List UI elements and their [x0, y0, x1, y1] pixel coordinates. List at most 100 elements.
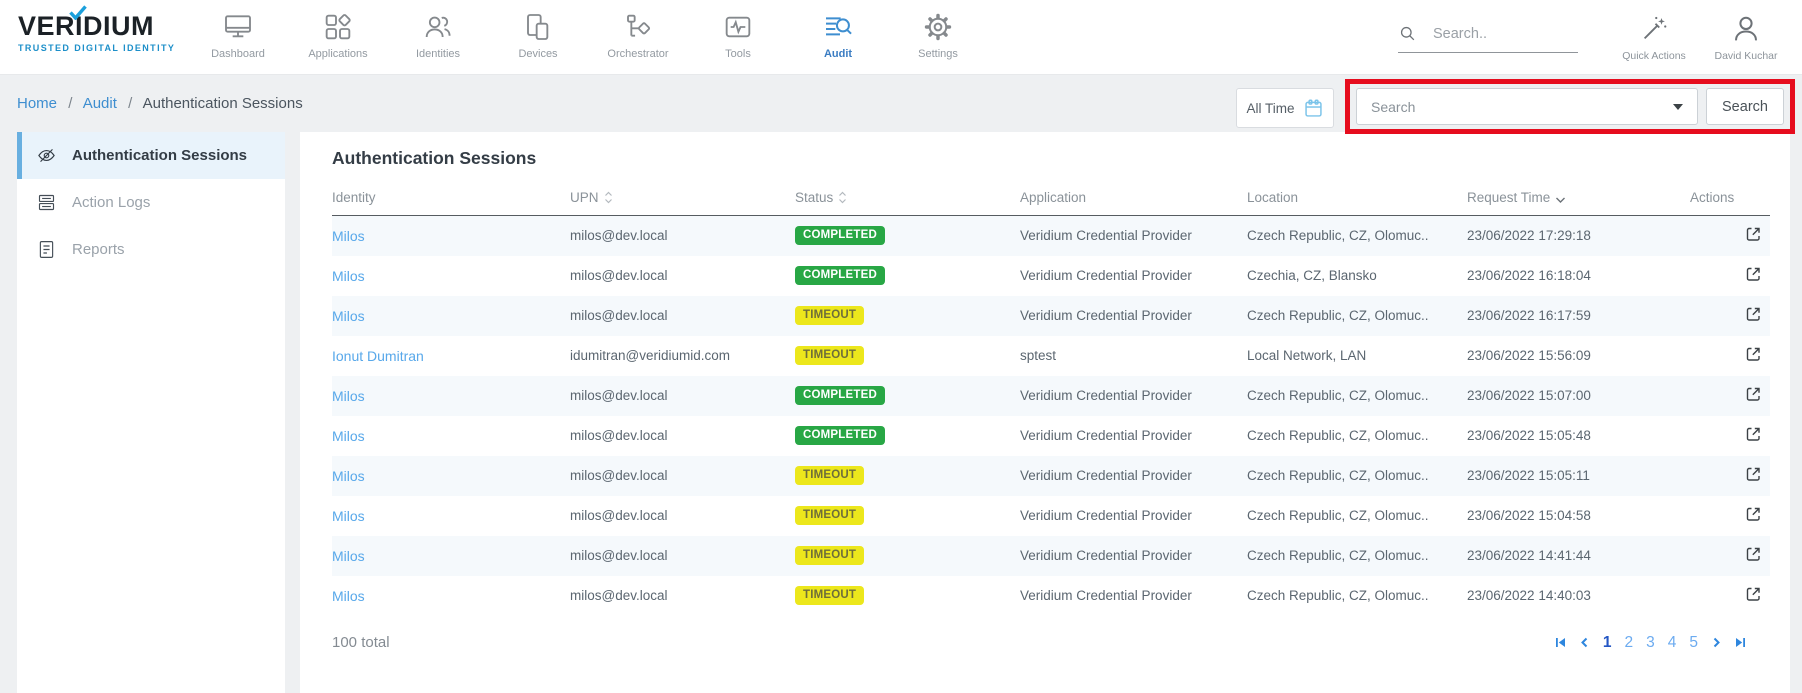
page-number[interactable]: 4 [1668, 634, 1677, 652]
identity-link[interactable]: Milos [332, 308, 365, 324]
actions-cell [1690, 256, 1770, 296]
upn-cell: milos@dev.local [570, 256, 795, 296]
identity-link[interactable]: Ionut Dumitran [332, 348, 424, 364]
location-cell: Czech Republic, CZ, Olomuc.. [1247, 376, 1467, 416]
quick-actions-label: Quick Actions [1622, 50, 1686, 62]
identity-link[interactable]: Milos [332, 268, 365, 284]
identity-link[interactable]: Milos [332, 388, 365, 404]
nav-item-identities[interactable]: Identities [388, 0, 488, 75]
view-session-details-button[interactable] [1744, 345, 1762, 363]
global-search-input[interactable] [1433, 26, 1563, 42]
global-search [1398, 24, 1578, 53]
total-count-label: 100 total [332, 634, 390, 651]
application-cell: Veridium Credential Provider [1020, 576, 1247, 616]
monitor-icon [222, 11, 254, 43]
sidebar-item-action-logs[interactable]: Action Logs [17, 179, 285, 226]
magic-wand-icon [1639, 12, 1669, 46]
identity-link[interactable]: Milos [332, 228, 365, 244]
identity-link[interactable]: Milos [332, 508, 365, 524]
application-cell: Veridium Credential Provider [1020, 376, 1247, 416]
top-bar: VERIDIUM TRUSTED DIGITAL IDENTITY Dashbo… [0, 0, 1802, 75]
status-cell: TIMEOUT [795, 296, 1020, 336]
column-header-actions: Actions [1690, 186, 1770, 216]
logo-tagline: TRUSTED DIGITAL IDENTITY [18, 43, 175, 53]
view-session-details-button[interactable] [1744, 305, 1762, 323]
chevron-down-icon [1673, 104, 1683, 110]
quick-actions-button[interactable]: Quick Actions [1606, 12, 1702, 62]
identity-cell: Milos [332, 296, 570, 336]
view-session-details-button[interactable] [1744, 505, 1762, 523]
nav-item-audit[interactable]: Audit [788, 0, 888, 75]
nav-item-applications[interactable]: Applications [288, 0, 388, 75]
table-row: Milosmilos@dev.localTIMEOUTVeridium Cred… [332, 576, 1770, 616]
users-icon [422, 11, 454, 43]
table-row: Milosmilos@dev.localCOMPLETEDVeridium Cr… [332, 416, 1770, 456]
page-number[interactable]: 3 [1646, 634, 1655, 652]
view-session-details-button[interactable] [1744, 465, 1762, 483]
identity-cell: Milos [332, 536, 570, 576]
sidebar-item-reports[interactable]: Reports [17, 226, 285, 273]
nav-item-orchestrator[interactable]: Orchestrator [588, 0, 688, 75]
page-number[interactable]: 2 [1625, 634, 1634, 652]
status-cell: COMPLETED [795, 256, 1020, 296]
sidebar-item-label: Action Logs [72, 194, 150, 211]
nav-item-dashboard[interactable]: Dashboard [188, 0, 288, 75]
table-row: Milos milos@dev.localTIMEOUTVeridium Cred… [332, 456, 1770, 496]
column-header-status[interactable]: Status [795, 186, 1020, 216]
page-number[interactable]: 5 [1689, 634, 1698, 652]
breadcrumb-home[interactable]: Home [17, 95, 57, 112]
table-row: Milosmilos@dev.localCOMPLETEDVeridium Cr… [332, 376, 1770, 416]
nav-label: Tools [725, 48, 751, 60]
upn-cell: milos@dev.local [570, 456, 795, 496]
previous-page-button[interactable] [1579, 636, 1590, 649]
identity-link[interactable]: Milos [332, 588, 365, 604]
list-magnifier-icon [822, 11, 854, 43]
time-range-filter-button[interactable]: All Time [1236, 88, 1334, 128]
identity-cell: Milos [332, 456, 570, 496]
identity-cell: Milos [332, 216, 570, 256]
request-time-cell: 23/06/2022 15:05:11 [1467, 456, 1690, 496]
nav-item-tools[interactable]: Tools [688, 0, 788, 75]
status-cell: TIMEOUT [795, 456, 1020, 496]
identity-link[interactable]: Milos [332, 548, 365, 564]
column-header-upn[interactable]: UPN [570, 186, 795, 216]
nav-label: Orchestrator [607, 48, 668, 60]
table-row: Milosmilos@dev.localTIMEOUTVeridium Cred… [332, 496, 1770, 536]
table-header-row: Identity UPN Status Application Location… [332, 186, 1770, 216]
sidebar-item-authentication-sessions[interactable]: Authentication Sessions [17, 132, 285, 179]
user-avatar-icon [1730, 12, 1762, 46]
status-badge: TIMEOUT [795, 586, 864, 605]
next-page-button[interactable] [1711, 636, 1722, 649]
view-session-details-button[interactable] [1744, 545, 1762, 563]
view-session-details-button[interactable] [1744, 425, 1762, 443]
nav-item-devices[interactable]: Devices [488, 0, 588, 75]
identity-cell: Milos [332, 576, 570, 616]
status-badge: TIMEOUT [795, 346, 864, 365]
column-header-application: Application [1020, 186, 1247, 216]
status-cell: COMPLETED [795, 416, 1020, 456]
page-number[interactable]: 1 [1603, 634, 1612, 652]
column-header-request-time[interactable]: Request Time [1467, 186, 1690, 216]
first-page-button[interactable] [1553, 636, 1566, 649]
view-session-details-button[interactable] [1744, 225, 1762, 243]
user-menu[interactable]: David Kuchar [1698, 12, 1794, 62]
identity-link[interactable]: Milos [332, 468, 365, 484]
view-session-details-button[interactable] [1744, 585, 1762, 603]
column-header-location: Location [1247, 186, 1467, 216]
veridium-logo[interactable]: VERIDIUM TRUSTED DIGITAL IDENTITY [18, 13, 175, 53]
view-session-details-button[interactable] [1744, 385, 1762, 403]
nav-label: Identities [416, 48, 460, 60]
last-page-button[interactable] [1735, 636, 1748, 649]
search-button[interactable]: Search [1706, 88, 1784, 125]
location-cell: Czechia, CZ, Blansko [1247, 256, 1467, 296]
search-field-dropdown[interactable]: Search [1356, 88, 1698, 125]
calendar-icon [1303, 98, 1324, 119]
view-session-details-button[interactable] [1744, 265, 1762, 283]
breadcrumb-audit[interactable]: Audit [83, 95, 117, 112]
identity-link[interactable]: Milos [332, 428, 365, 444]
application-cell: Veridium Credential Provider [1020, 536, 1247, 576]
actions-cell [1690, 496, 1770, 536]
nav-item-settings[interactable]: Settings [888, 0, 988, 75]
status-cell: TIMEOUT [795, 336, 1020, 376]
application-cell: Veridium Credential Provider [1020, 456, 1247, 496]
